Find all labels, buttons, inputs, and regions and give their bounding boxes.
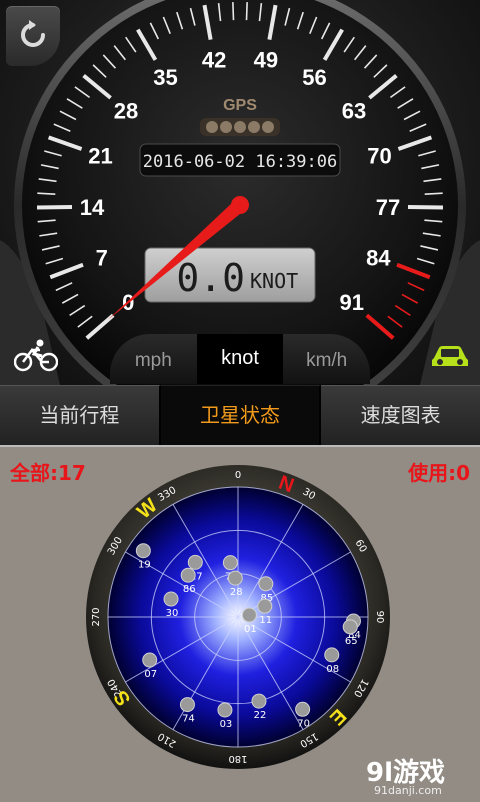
tick-label: 35: [153, 65, 177, 90]
satellite-dot: [218, 703, 232, 717]
satellite-id: 65: [345, 636, 358, 647]
satellite-id: 19: [138, 560, 151, 571]
tick-label: 91: [339, 290, 363, 315]
bearing-label: 180: [228, 753, 247, 764]
speedometer-panel: 07142128354249566370778491 GPS 2016-06-0…: [0, 0, 480, 385]
tick-label: 28: [114, 99, 138, 124]
satellite-id: 74: [182, 714, 195, 725]
satellite-id: 08: [326, 664, 339, 675]
tick-label: 42: [202, 47, 226, 72]
tick-label: 7: [96, 246, 108, 271]
satellite-id: 30: [166, 608, 179, 619]
satellite-dot: [181, 568, 195, 582]
tick-label: 70: [367, 144, 391, 169]
gauge-dial: [22, 0, 458, 385]
datetime-readout: 2016-06-02 16:39:06: [143, 152, 337, 172]
tick-label: 21: [88, 144, 112, 169]
minor-tick: [233, 2, 234, 20]
satellite-dot: [228, 571, 242, 585]
satellite-id: 70: [297, 718, 310, 729]
satellite-id: 03: [220, 719, 233, 730]
tick-label: 49: [254, 47, 278, 72]
speedometer-gauge: 07142128354249566370778491 GPS 2016-06-0…: [0, 0, 480, 385]
satellite-dot: [223, 556, 237, 570]
tick-label: 63: [342, 99, 366, 124]
tab-bar: 当前行程 卫星状态 速度图表: [0, 385, 480, 445]
tick-label: 56: [302, 65, 326, 90]
sky-plot: 0306090120150180210240270300330 N E S W …: [0, 447, 480, 802]
satellite-id: 01: [244, 624, 257, 635]
minor-tick: [247, 2, 248, 20]
satellite-dot: [343, 620, 357, 634]
tab-satellite-status[interactable]: 卫星状态: [161, 385, 322, 445]
bicycle-mode-icon[interactable]: [14, 338, 58, 372]
satellite-dot: [296, 702, 310, 716]
satellite-id: 11: [259, 615, 272, 626]
satellite-id: 07: [144, 669, 157, 680]
unit-kmh[interactable]: km/h: [283, 350, 370, 384]
minor-tick: [425, 193, 443, 194]
satellite-dot: [136, 544, 150, 558]
refresh-icon: [16, 18, 50, 52]
tick-label: 84: [366, 246, 391, 271]
tab-speed-chart[interactable]: 速度图表: [321, 385, 480, 445]
speed-value: 0.0: [176, 256, 245, 300]
gps-brand-label: GPS: [223, 97, 257, 114]
tick-label: 77: [376, 195, 400, 220]
satellite-dot: [242, 608, 256, 622]
bearing-label: 0: [235, 470, 241, 481]
satellite-id: 22: [254, 710, 267, 721]
tab-current-trip[interactable]: 当前行程: [0, 385, 161, 445]
total-satellites: 全部:17: [10, 457, 86, 486]
satellite-dot: [259, 577, 273, 591]
satellite-id: 28: [230, 587, 243, 598]
unit-knot[interactable]: knot: [197, 334, 284, 384]
satellite-id: 86: [183, 584, 196, 595]
car-mode-icon[interactable]: [430, 342, 470, 370]
unit-selector: mph knot km/h: [110, 334, 370, 384]
bearing-label: 90: [374, 611, 385, 624]
needle-hub: [231, 196, 249, 214]
satellite-dot: [258, 599, 272, 613]
gps-indicator-lights: [200, 118, 280, 136]
satellite-dot: [325, 648, 339, 662]
satellite-panel: 0306090120150180210240270300330 N E S W …: [0, 445, 480, 802]
unit-mph[interactable]: mph: [110, 350, 197, 384]
tick-label: 14: [80, 195, 105, 220]
satellite-dot: [143, 653, 157, 667]
satellite-dot: [180, 698, 194, 712]
minor-tick: [37, 193, 55, 194]
watermark-logo: 9l游戏 91danji.com: [366, 752, 476, 798]
bearing-label: 270: [91, 607, 102, 626]
speed-unit-label: KNOT: [250, 269, 298, 293]
satellite-dot: [188, 555, 202, 569]
satellite-dot: [164, 592, 178, 606]
used-satellites: 使用:0: [408, 457, 470, 486]
satellite-dot: [252, 694, 266, 708]
